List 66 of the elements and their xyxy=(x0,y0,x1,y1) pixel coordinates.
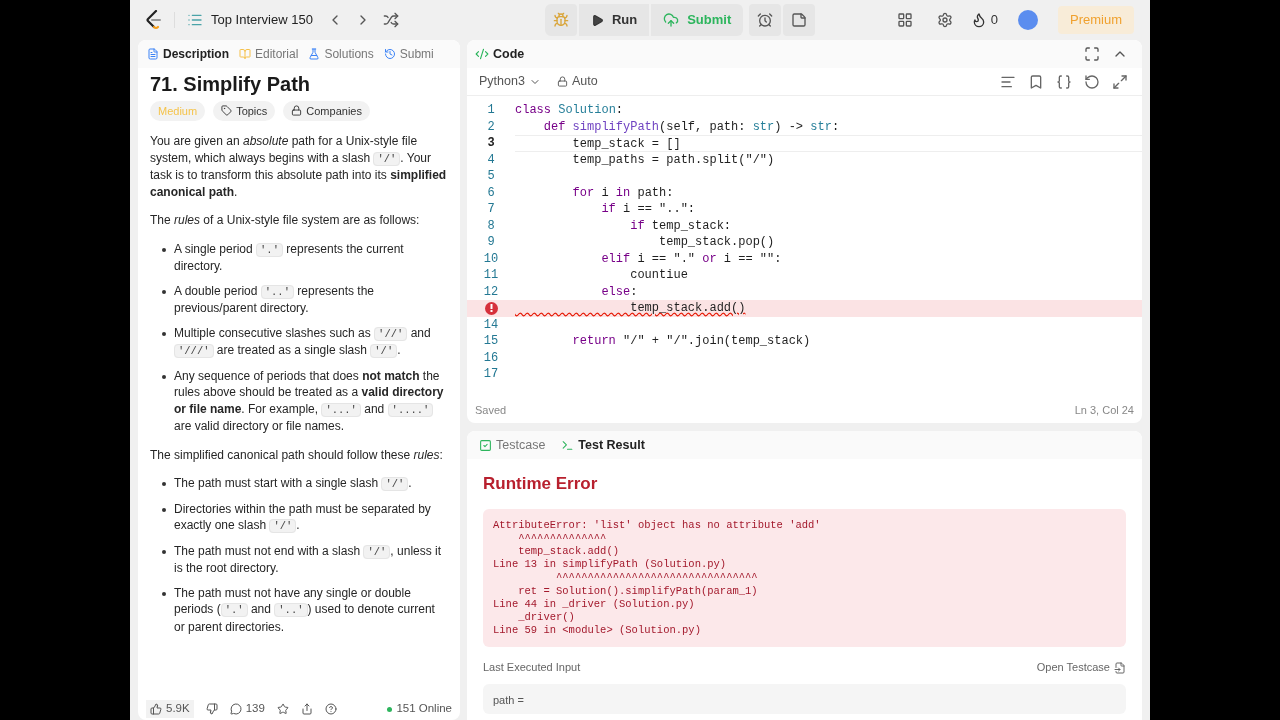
line-number: 6 xyxy=(487,184,495,201)
code-line: if i == "..": xyxy=(600,202,696,216)
code-line: else: xyxy=(600,284,638,299)
error-output: AttributeError: 'list' object has no attribute 'add' ^^^^^^^^^^^^^^ temp_stack.add() Line 13 in simplifyPath (Solution.py) ^^^^^^^^^^^^^^^^^^^^^^^^^^^^^^^^ ret = Solution().simplifyPath(param_1) Line 44 in _driver (Solution.py) _driver() Line 59 in <module> (Solution.py) xyxy=(483,508,1126,648)
rule-text: Multiple consecutive slashes such as '//' and '///' are treated as a single slash '/' . xyxy=(174,324,432,360)
panel-tab[interactable]: Editorial xyxy=(234,45,304,63)
panel-tab[interactable]: Test Result xyxy=(557,435,649,455)
code-line: elif i == "." or i == "": xyxy=(600,251,782,266)
description-text: The rules of a Unix-style file system are as follows: xyxy=(150,212,421,229)
open-testcase-link[interactable]: Open Testcase xyxy=(1036,659,1126,676)
panel-tab[interactable]: Testcase xyxy=(475,435,550,455)
description-text: The simplified canonical path should follow these rules: xyxy=(150,446,444,463)
line-number: 1 xyxy=(487,102,495,119)
rule-text: A single period '.' represents the current directory. xyxy=(174,240,405,275)
code-line: def simplifyPath(self, path: str) -> str: xyxy=(542,119,840,134)
input-value: path = xyxy=(483,683,1126,714)
panel-tab[interactable]: Submi xyxy=(378,45,439,63)
difficulty-tag: Medium xyxy=(150,100,206,121)
input-label: Last Executed Input xyxy=(483,660,581,676)
code-line: if temp_stack: xyxy=(629,218,732,233)
line-number: 3 xyxy=(487,135,495,152)
code-line: countiue xyxy=(629,268,688,282)
rule-text: The path must start with a single slash '/' . xyxy=(174,475,412,493)
streak-counter[interactable]: 0 xyxy=(970,10,998,30)
rule-text: The path must not have any single or double periods ( '.' and '..' ) used to denote current or parent directories. xyxy=(174,584,436,635)
line-number: 9 xyxy=(487,234,495,251)
code-line: temp_stack.pop() xyxy=(658,235,775,249)
code-line: for i in path: xyxy=(571,185,674,200)
line-number: 14 xyxy=(483,316,499,333)
panel-tab[interactable]: Solutions xyxy=(303,45,379,63)
description-text: You are given an absolute path for a Unix-style file system, which always begins with a slash '/' . Your task is to transform this absolute path into its simplified canonical path. xyxy=(150,133,448,200)
run-button[interactable]: Run xyxy=(578,4,650,36)
save-status: Saved xyxy=(475,402,507,418)
line-number: 11 xyxy=(483,267,499,284)
line-number: 2 xyxy=(487,118,495,135)
line-number: 5 xyxy=(487,168,495,185)
rule-text: Directories within the path must be separated by exactly one slash '/' . xyxy=(174,500,432,535)
tag-button[interactable]: Topics xyxy=(213,100,276,121)
rule-text: The path must not end with a slash '/' , unless it is the root directory. xyxy=(174,542,443,577)
line-number: 8 xyxy=(487,217,495,234)
language-select[interactable]: Python3 xyxy=(475,72,545,91)
online-count: 151 Online xyxy=(396,701,452,717)
code-line: temp_paths = path.split("/") xyxy=(571,152,775,167)
panel-tab[interactable]: Description xyxy=(142,45,234,63)
rule-text: A double period '..' represents the previous/parent directory. xyxy=(174,282,375,317)
line-number: 17 xyxy=(483,366,499,383)
tag-button[interactable]: Companies xyxy=(283,100,370,121)
cursor-position: Ln 3, Col 24 xyxy=(1074,402,1134,418)
code-line: temp_stack.add() xyxy=(629,301,746,315)
list-title[interactable]: Top Interview 150 xyxy=(211,10,313,30)
mode-select[interactable]: Auto xyxy=(556,72,598,91)
line-number: 7 xyxy=(487,201,495,218)
rule-text: Any sequence of periods that does not match the rules above should be treated as a valid directory or file name. For example, '...' and '....' are valid directory or file names. xyxy=(174,367,445,435)
code-line: return "/" + "/".join(temp_stack) xyxy=(571,334,811,348)
like-button[interactable]: 5.9K xyxy=(146,700,194,718)
line-number: 16 xyxy=(483,349,499,366)
code-line: class Solution: xyxy=(515,103,624,117)
line-number: 4 xyxy=(487,151,495,168)
panel-title: Code xyxy=(493,45,525,63)
line-number: 12 xyxy=(483,283,499,300)
code-line: temp_stack = [] xyxy=(571,137,681,151)
line-number: 15 xyxy=(483,333,499,350)
comments-button[interactable]: 139 xyxy=(229,700,265,718)
error-heading: Runtime Error xyxy=(483,473,599,495)
line-number: 10 xyxy=(483,250,499,267)
problem-title: 71. Simplify Path xyxy=(150,76,312,93)
